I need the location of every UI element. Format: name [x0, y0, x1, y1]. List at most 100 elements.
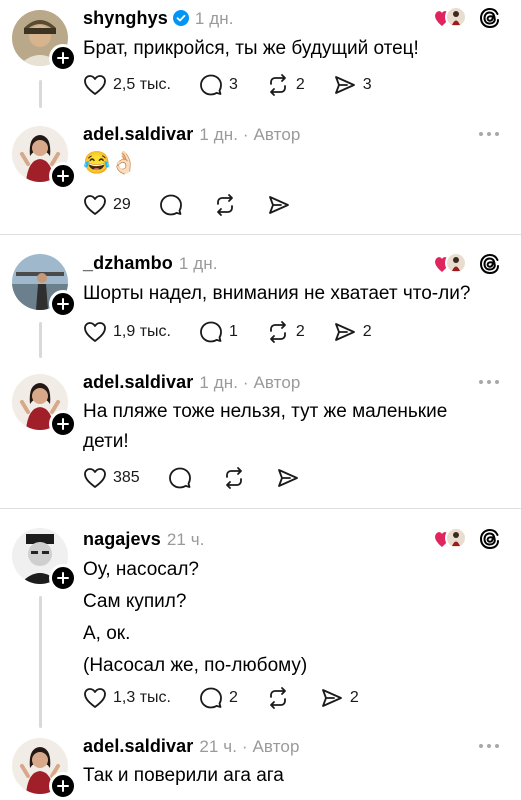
like-button[interactable]: 2,5 тыс. [83, 74, 171, 96]
comment-line: Шорты надел, внимания не хватает что-ли? [83, 283, 471, 304]
follow-plus-icon[interactable] [49, 410, 77, 438]
like-count: 1,9 тыс. [113, 323, 171, 340]
repost-count: 2 [295, 323, 305, 340]
comment-header: adel.saldivar 1 дн. · Автор [83, 372, 301, 393]
repost-count: 2 [295, 76, 305, 93]
like-button[interactable]: 29 [83, 194, 131, 216]
follow-plus-icon[interactable] [49, 44, 77, 72]
comment-text: Так и поверили ага ага [83, 761, 284, 791]
repost-button[interactable] [266, 686, 290, 710]
thread-line [39, 80, 42, 108]
heart-icon [84, 195, 106, 215]
comment-text: 😂👌🏻 [83, 148, 138, 178]
comment-line: Так и поверили ага ага [83, 765, 284, 786]
heart-icon [84, 688, 106, 708]
heart-icon [84, 75, 106, 95]
send-icon [268, 196, 289, 214]
share-button[interactable] [267, 193, 291, 217]
send-icon [277, 469, 298, 487]
like-count: 29 [113, 196, 131, 213]
more-options-icon[interactable] [479, 132, 499, 136]
comment-text: На пляже тоже нельзя, тут же маленькие д… [83, 397, 447, 457]
like-count: 385 [113, 469, 140, 486]
like-button[interactable]: 1,9 тыс. [83, 321, 171, 343]
username[interactable]: adel.saldivar [83, 372, 193, 392]
username[interactable]: adel.saldivar [83, 736, 193, 756]
more-options-icon[interactable] [479, 744, 499, 748]
action-bar: 1,9 тыс. 1 2 2 [83, 320, 400, 344]
reply-count: 1 [228, 323, 238, 340]
comment-header: shynghys 1 дн. [83, 8, 234, 31]
repost-button[interactable]: 2 [266, 73, 305, 97]
username[interactable]: shynghys [83, 8, 168, 28]
action-bar: 1,3 тыс. 2 2 [83, 686, 387, 710]
like-count: 1,3 тыс. [113, 689, 171, 706]
reply-button[interactable]: 3 [199, 73, 238, 97]
share-count: 3 [362, 76, 372, 93]
like-button[interactable]: 1,3 тыс. [83, 687, 171, 709]
threads-logo-icon[interactable] [479, 7, 501, 29]
reply-button[interactable]: 1 [199, 320, 238, 344]
comment-header: adel.saldivar 1 дн. · Автор [83, 124, 301, 145]
username[interactable]: nagajevs [83, 529, 161, 549]
verified-badge-icon [172, 10, 189, 31]
reply-count: 2 [228, 689, 238, 706]
comment-bubble-icon [200, 687, 222, 709]
send-icon [334, 323, 355, 341]
repost-button[interactable] [222, 466, 246, 490]
comment-line: Сам купил? [83, 591, 187, 612]
repost-icon [269, 687, 286, 709]
reply-button[interactable]: 2 [199, 686, 238, 710]
comment-bubble-icon [159, 194, 182, 216]
follow-plus-icon[interactable] [49, 162, 77, 190]
repost-button[interactable]: 2 [266, 320, 305, 344]
header-actions [433, 252, 501, 276]
share-button[interactable]: 2 [320, 686, 359, 710]
share-button[interactable]: 3 [333, 73, 372, 97]
share-button[interactable] [276, 466, 300, 490]
action-bar: 2,5 тыс. 3 2 3 [83, 73, 400, 97]
share-count: 2 [349, 689, 359, 706]
comment-header: _dzhambo 1 дн. [83, 253, 218, 274]
liked-by-author-icon [435, 527, 467, 549]
share-button[interactable]: 2 [333, 320, 372, 344]
comment-header: adel.saldivar 21 ч. · Автор [83, 736, 300, 757]
liked-by-author-icon [435, 6, 467, 28]
header-actions [433, 6, 501, 30]
comment-text: Шорты надел, внимания не хватает что-ли? [83, 279, 470, 309]
heart-icon [84, 468, 106, 488]
comment-text: Брат, прикройся, ты же будущий отец! [83, 34, 419, 64]
reply-button[interactable] [159, 193, 183, 217]
reply-count: 3 [228, 76, 238, 93]
divider [0, 234, 521, 235]
like-count: 2,5 тыс. [113, 76, 171, 93]
comment-line: 😂👌🏻 [83, 150, 138, 175]
timestamp: 1 дн. · Автор [199, 373, 301, 392]
comment-line: Брат, прикройся, ты же будущий отец! [83, 38, 419, 59]
like-button[interactable]: 385 [83, 467, 140, 489]
threads-logo-icon[interactable] [479, 528, 501, 550]
timestamp: 1 дн. [194, 9, 234, 28]
timestamp: 21 ч. · Автор [199, 737, 300, 756]
follow-plus-icon[interactable] [49, 290, 77, 318]
follow-plus-icon[interactable] [49, 772, 77, 800]
follow-plus-icon[interactable] [49, 564, 77, 592]
timestamp: 1 дн. · Автор [199, 125, 301, 144]
threads-logo-icon[interactable] [479, 253, 501, 275]
username[interactable]: _dzhambo [83, 253, 173, 273]
repost-button[interactable] [213, 193, 237, 217]
username[interactable]: adel.saldivar [83, 124, 193, 144]
repost-icon [269, 321, 286, 343]
action-bar: 385 [83, 466, 330, 490]
send-icon [321, 689, 342, 707]
thread-line [39, 596, 42, 728]
liked-by-author-icon [435, 252, 467, 274]
repost-icon [225, 467, 242, 489]
comment-line: Оу, насосал? [83, 559, 199, 580]
comment-header: nagajevs 21 ч. [83, 529, 205, 550]
more-options-icon[interactable] [479, 380, 499, 384]
comment-line: (Насосал же, по-любому) [83, 655, 308, 676]
action-bar: 29 [83, 193, 321, 217]
reply-button[interactable] [168, 466, 192, 490]
divider [0, 508, 521, 509]
